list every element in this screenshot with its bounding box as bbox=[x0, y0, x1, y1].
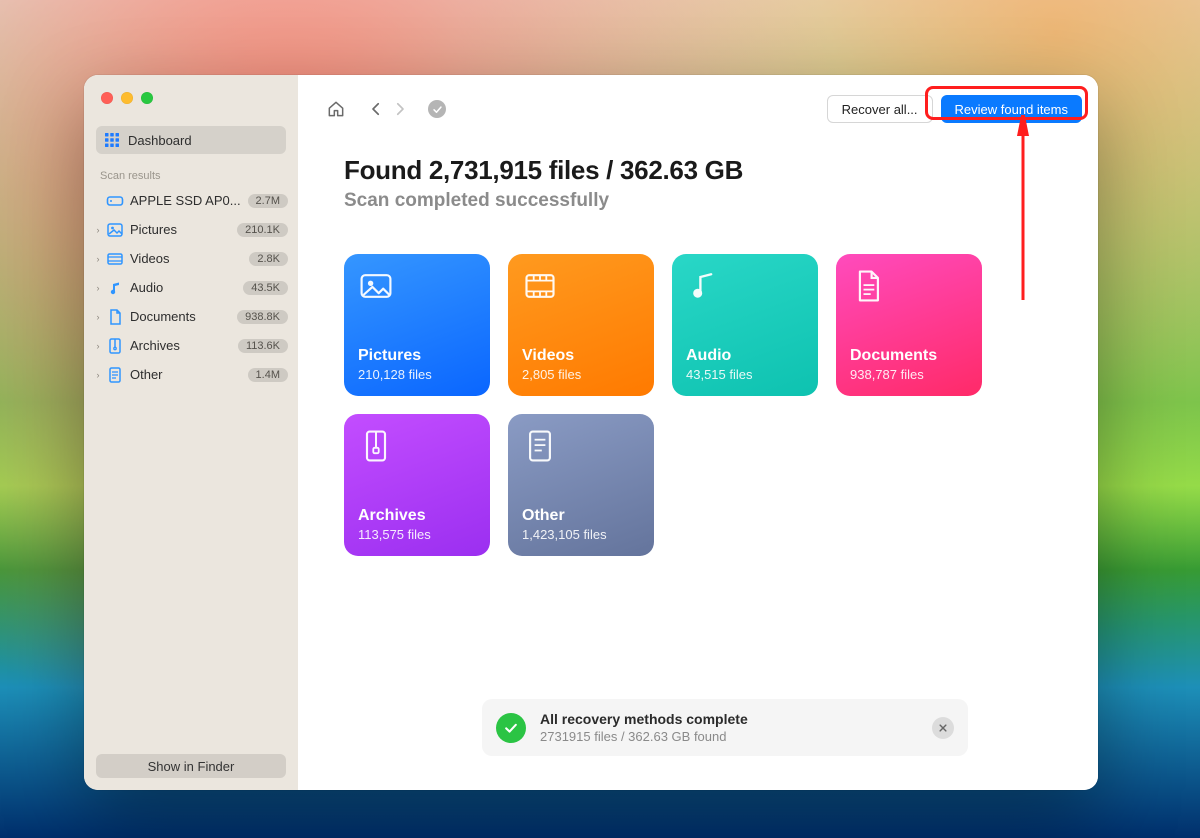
sidebar-item-badge: 210.1K bbox=[237, 223, 288, 237]
card-videos[interactable]: Videos 2,805 files bbox=[508, 254, 654, 396]
sidebar-section-label: Scan results bbox=[84, 164, 298, 186]
home-button[interactable] bbox=[322, 95, 350, 123]
sidebar-item-archives[interactable]: › Archives 113.6K bbox=[84, 331, 298, 360]
app-window: Dashboard Scan results › APPLE SSD AP0..… bbox=[84, 75, 1098, 790]
card-documents[interactable]: Documents 938,787 files bbox=[836, 254, 982, 396]
window-close-button[interactable] bbox=[101, 92, 113, 104]
show-in-finder-button[interactable]: Show in Finder bbox=[96, 754, 286, 778]
card-count: 1,423,105 files bbox=[522, 527, 640, 542]
scan-status-icon[interactable] bbox=[428, 100, 446, 118]
disclosure-icon: › bbox=[92, 225, 104, 235]
sidebar-item-badge: 2.7M bbox=[248, 194, 288, 208]
toast-subtitle: 2731915 files / 362.63 GB found bbox=[540, 729, 932, 744]
sidebar-item-disk[interactable]: › APPLE SSD AP0... 2.7M bbox=[84, 186, 298, 215]
card-other[interactable]: Other 1,423,105 files bbox=[508, 414, 654, 556]
card-pictures[interactable]: Pictures 210,128 files bbox=[344, 254, 490, 396]
window-zoom-button[interactable] bbox=[141, 92, 153, 104]
sidebar-item-badge: 1.4M bbox=[248, 368, 288, 382]
disk-icon bbox=[106, 192, 124, 210]
videos-icon bbox=[522, 268, 640, 304]
card-title: Audio bbox=[686, 347, 804, 365]
card-count: 113,575 files bbox=[358, 527, 476, 542]
pictures-icon bbox=[106, 221, 124, 239]
main-panel: Recover all... Review found items Found … bbox=[298, 75, 1098, 790]
pictures-icon bbox=[358, 268, 476, 304]
recover-all-button[interactable]: Recover all... bbox=[827, 95, 933, 123]
nav-buttons bbox=[364, 95, 412, 123]
back-button[interactable] bbox=[364, 95, 388, 123]
toast-title: All recovery methods complete bbox=[540, 711, 932, 727]
window-minimize-button[interactable] bbox=[121, 92, 133, 104]
card-audio[interactable]: Audio 43,515 files bbox=[672, 254, 818, 396]
disclosure-icon: › bbox=[92, 254, 104, 264]
sidebar-item-documents[interactable]: › Documents 938.8K bbox=[84, 302, 298, 331]
card-count: 2,805 files bbox=[522, 367, 640, 382]
card-count: 938,787 files bbox=[850, 367, 968, 382]
success-check-icon bbox=[496, 713, 526, 743]
sidebar-item-label: Other bbox=[130, 367, 248, 382]
dashboard-grid-icon bbox=[104, 132, 120, 148]
disclosure-icon: › bbox=[92, 370, 104, 380]
window-controls bbox=[84, 75, 298, 104]
audio-icon bbox=[686, 268, 804, 304]
videos-icon bbox=[106, 250, 124, 268]
archives-icon bbox=[106, 337, 124, 355]
toast-texts: All recovery methods complete 2731915 fi… bbox=[540, 711, 932, 744]
documents-icon bbox=[106, 308, 124, 326]
category-cards: Pictures 210,128 files Videos 2,805 file… bbox=[298, 212, 978, 556]
sidebar-item-label: Videos bbox=[130, 251, 249, 266]
sidebar-item-badge: 2.8K bbox=[249, 252, 288, 266]
documents-icon bbox=[850, 268, 968, 304]
forward-button[interactable] bbox=[388, 95, 412, 123]
sidebar: Dashboard Scan results › APPLE SSD AP0..… bbox=[84, 75, 298, 790]
toast-close-button[interactable] bbox=[932, 717, 954, 739]
found-title: Found 2,731,915 files / 362.63 GB bbox=[344, 155, 1098, 186]
card-archives[interactable]: Archives 113,575 files bbox=[344, 414, 490, 556]
headline: Found 2,731,915 files / 362.63 GB Scan c… bbox=[298, 129, 1098, 212]
sidebar-item-badge: 43.5K bbox=[243, 281, 288, 295]
other-icon bbox=[106, 366, 124, 384]
audio-icon bbox=[106, 279, 124, 297]
sidebar-item-label: Documents bbox=[130, 309, 237, 324]
sidebar-item-audio[interactable]: › Audio 43.5K bbox=[84, 273, 298, 302]
sidebar-item-other[interactable]: › Other 1.4M bbox=[84, 360, 298, 389]
dashboard-label: Dashboard bbox=[128, 133, 192, 148]
archives-icon bbox=[358, 428, 476, 464]
dashboard-button[interactable]: Dashboard bbox=[96, 126, 286, 154]
card-count: 210,128 files bbox=[358, 367, 476, 382]
sidebar-item-videos[interactable]: › Videos 2.8K bbox=[84, 244, 298, 273]
card-title: Pictures bbox=[358, 347, 476, 365]
sidebar-item-label: Archives bbox=[130, 338, 238, 353]
card-title: Archives bbox=[358, 507, 476, 525]
sidebar-list: › APPLE SSD AP0... 2.7M › Pictures 210.1… bbox=[84, 186, 298, 790]
completion-toast: All recovery methods complete 2731915 fi… bbox=[482, 699, 968, 756]
sidebar-item-label: Pictures bbox=[130, 222, 237, 237]
other-icon bbox=[522, 428, 640, 464]
sidebar-item-label: Audio bbox=[130, 280, 243, 295]
toolbar: Recover all... Review found items bbox=[298, 75, 1098, 129]
card-title: Other bbox=[522, 507, 640, 525]
found-subtitle: Scan completed successfully bbox=[344, 190, 1098, 212]
disclosure-icon: › bbox=[92, 312, 104, 322]
card-title: Documents bbox=[850, 347, 968, 365]
disclosure-icon: › bbox=[92, 283, 104, 293]
sidebar-item-pictures[interactable]: › Pictures 210.1K bbox=[84, 215, 298, 244]
sidebar-item-badge: 938.8K bbox=[237, 310, 288, 324]
disclosure-icon: › bbox=[92, 341, 104, 351]
card-title: Videos bbox=[522, 347, 640, 365]
review-found-items-button[interactable]: Review found items bbox=[941, 95, 1082, 123]
sidebar-item-label: APPLE SSD AP0... bbox=[130, 193, 248, 208]
sidebar-item-badge: 113.6K bbox=[238, 339, 288, 353]
card-count: 43,515 files bbox=[686, 367, 804, 382]
